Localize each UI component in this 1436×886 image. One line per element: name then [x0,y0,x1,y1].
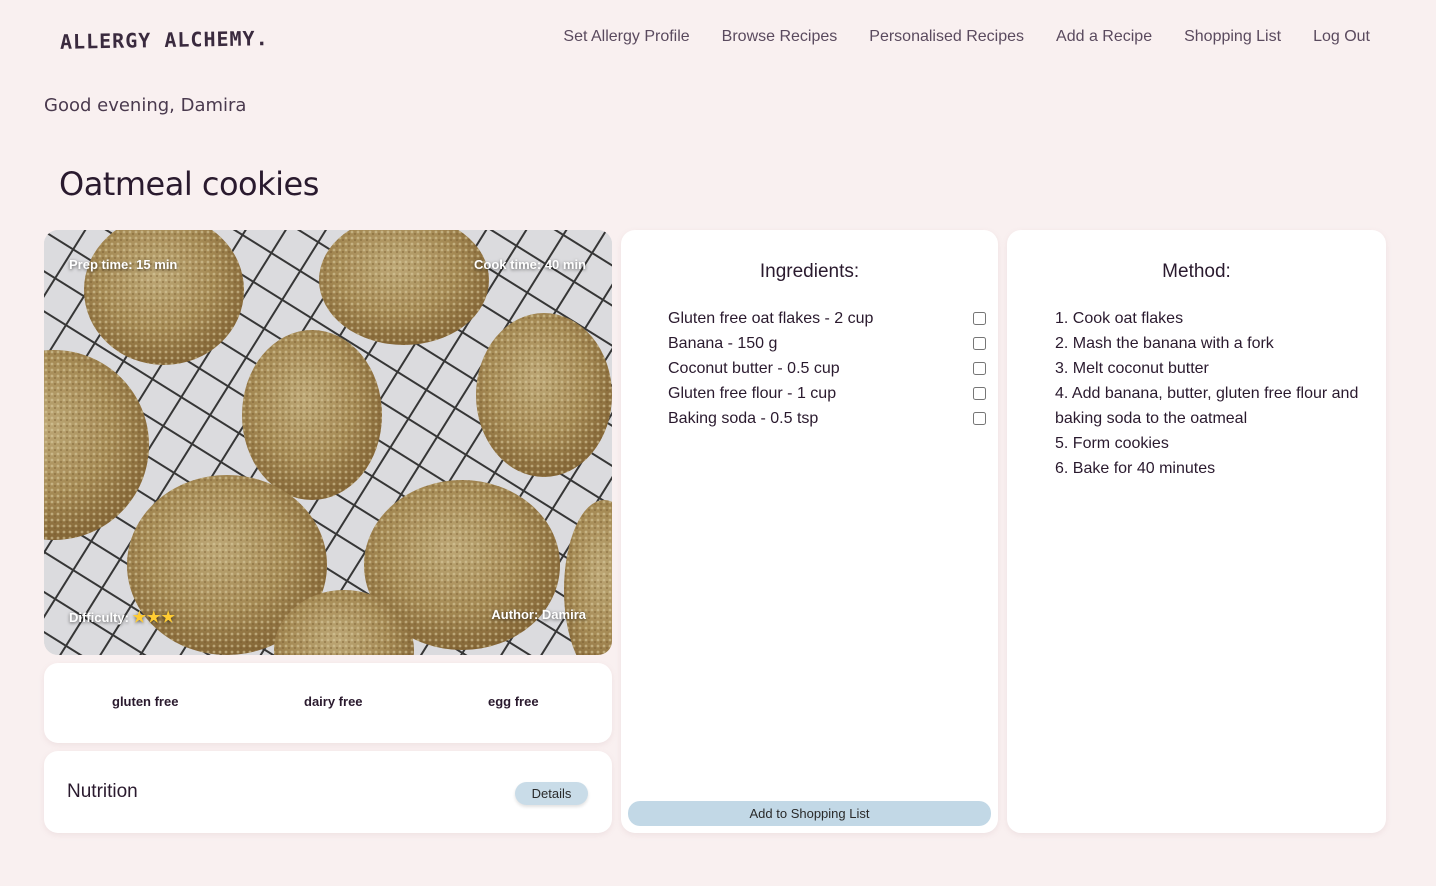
method-list: 1. Cook oat flakes 2. Mash the banana wi… [1055,306,1375,481]
ingredient-item: Gluten free flour - 1 cup [668,381,990,406]
tag-egg-free: egg free [488,694,539,709]
nutrition-title: Nutrition [67,781,138,802]
ingredient-item: Gluten free oat flakes - 2 cup [668,306,990,331]
nav-set-allergy-profile[interactable]: Set Allergy Profile [563,28,689,46]
method-step: 3. Melt coconut butter [1055,360,1209,377]
method-heading: Method: [1162,261,1231,282]
nav-add-recipe[interactable]: Add a Recipe [1056,28,1152,46]
cookies-photo-icon [44,230,612,655]
difficulty-stars-icon: ★★★ [132,609,176,626]
nutrition-details-button[interactable]: Details [515,782,588,805]
ingredient-checkbox[interactable] [973,412,986,425]
ingredient-label: Coconut butter - 0.5 cup [668,359,840,377]
difficulty: Difficulty: ★★★ [69,608,176,626]
ingredient-checkbox[interactable] [973,387,986,400]
nutrition-card: Nutrition Details [44,751,612,833]
ingredient-checkbox[interactable] [973,312,986,325]
difficulty-label: Difficulty: [69,610,129,625]
method-step: 6. Bake for 40 minutes [1055,460,1216,477]
add-to-shopping-list-button[interactable]: Add to Shopping List [628,801,991,826]
main-nav: Set Allergy Profile Browse Recipes Perso… [563,28,1370,46]
ingredient-label: Banana - 150 g [668,334,778,352]
app-logo[interactable]: ALLERGY ALCHEMY. [60,26,269,54]
greeting: Good evening, Damira [44,95,247,116]
ingredient-item: Coconut butter - 0.5 cup [668,356,990,381]
ingredients-heading: Ingredients: [759,261,860,282]
method-step: 1. Cook oat flakes [1055,310,1184,327]
ingredient-item: Baking soda - 0.5 tsp [668,406,990,431]
tag-gluten-free: gluten free [112,694,179,709]
method-step: 5. Form cookies [1055,435,1169,452]
method-step: 2. Mash the banana with a fork [1055,335,1274,352]
nav-shopping-list[interactable]: Shopping List [1184,28,1281,46]
ingredient-item: Banana - 150 g [668,331,990,356]
ingredient-checkbox[interactable] [973,337,986,350]
ingredients-card: Ingredients: Gluten free oat flakes - 2 … [621,230,998,833]
nav-personalised-recipes[interactable]: Personalised Recipes [869,28,1024,46]
tag-dairy-free: dairy free [304,694,363,709]
prep-time: Prep time: 15 min [69,257,178,272]
method-card: Method: 1. Cook oat flakes 2. Mash the b… [1007,230,1386,833]
ingredient-label: Baking soda - 0.5 tsp [668,409,819,427]
nav-browse-recipes[interactable]: Browse Recipes [722,28,838,46]
ingredient-checkbox[interactable] [973,362,986,375]
ingredients-list: Gluten free oat flakes - 2 cup Banana - … [668,306,990,431]
dietary-tags: gluten free dairy free egg free [44,663,612,743]
ingredient-label: Gluten free flour - 1 cup [668,384,837,402]
author: Author: Damira [491,607,586,622]
method-step: 4. Add banana, butter, gluten free flour… [1055,385,1359,427]
nav-log-out[interactable]: Log Out [1313,28,1370,46]
recipe-title: Oatmeal cookies [59,165,319,203]
ingredient-label: Gluten free oat flakes - 2 cup [668,309,874,327]
cook-time: Cook time: 40 min [474,257,586,272]
recipe-image: Prep time: 15 min Cook time: 40 min Diff… [44,230,612,655]
